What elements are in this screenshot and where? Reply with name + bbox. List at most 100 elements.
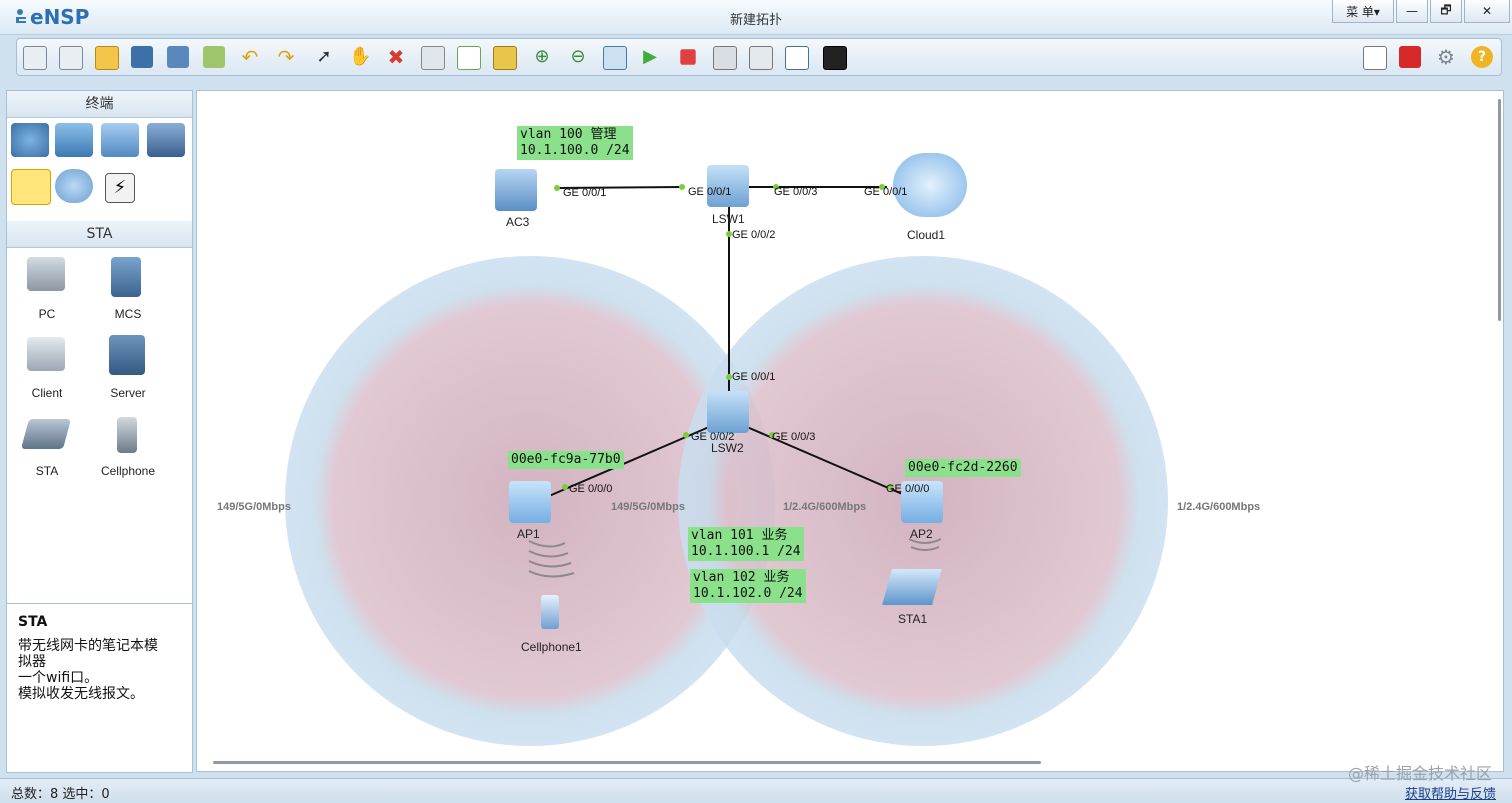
horizontal-scrollbar[interactable] bbox=[213, 761, 1041, 764]
node-label-lsw1: LSW1 bbox=[712, 212, 745, 226]
settings-icon[interactable]: ⚙ bbox=[1435, 46, 1457, 68]
start-device-icon[interactable]: ▶ bbox=[639, 46, 661, 68]
topology-icon[interactable] bbox=[749, 46, 773, 70]
help-icon[interactable]: ? bbox=[1471, 46, 1493, 68]
text-note-icon[interactable] bbox=[457, 46, 481, 70]
undo-icon[interactable]: ↶ bbox=[239, 46, 261, 68]
description-title: STA bbox=[18, 614, 48, 630]
port-label: GE 0/0/1 bbox=[688, 186, 732, 198]
command-line-icon[interactable] bbox=[823, 46, 847, 70]
new-lab-icon[interactable] bbox=[59, 46, 83, 70]
pc-icon[interactable] bbox=[27, 257, 65, 291]
description-line: 模拟收发无线报文。 bbox=[18, 686, 144, 702]
sta-icon[interactable] bbox=[20, 419, 72, 449]
vertical-scrollbar[interactable] bbox=[1498, 99, 1501, 321]
minimize-button[interactable]: — bbox=[1396, 0, 1428, 23]
topology-canvas[interactable]: AC3 LSW1 Cloud1 LSW2 AP1 AP2 Cellphone1 … bbox=[196, 90, 1504, 772]
status-count: 总数：8 选中：0 bbox=[11, 787, 110, 802]
server-icon[interactable] bbox=[109, 335, 145, 375]
port-label: GE 0/0/3 bbox=[774, 186, 818, 198]
print-icon[interactable] bbox=[203, 46, 225, 68]
cloud-device-icon[interactable] bbox=[893, 153, 967, 217]
wlan-category-icon[interactable] bbox=[101, 123, 139, 157]
help-feedback-link[interactable]: 获取帮助与反馈 bbox=[1405, 783, 1496, 802]
fit-view-icon[interactable] bbox=[603, 46, 627, 70]
open-icon[interactable] bbox=[95, 46, 119, 70]
node-label-sta1: STA1 bbox=[898, 612, 928, 626]
sta1-device-icon[interactable] bbox=[882, 569, 942, 605]
pan-hand-icon[interactable]: ✋ bbox=[349, 46, 371, 68]
redo-icon[interactable]: ↷ bbox=[275, 46, 297, 68]
close-button[interactable]: ✕ bbox=[1464, 0, 1510, 23]
zoom-in-icon[interactable]: ⊕ bbox=[531, 46, 553, 68]
mcs-icon[interactable] bbox=[111, 257, 141, 297]
topology-drawing bbox=[285, 184, 1168, 746]
node-label-ac3: AC3 bbox=[506, 215, 530, 229]
node-label-cellphone1: Cellphone1 bbox=[521, 640, 582, 654]
description-panel: STA 带无线网卡的笔记本模 拟器 一个wifi口。 模拟收发无线报文。 bbox=[6, 603, 193, 773]
port-label: GE 0/0/0 bbox=[569, 483, 613, 495]
note-ap1-mac[interactable]: 00e0-fc9a-77b0 bbox=[508, 451, 624, 469]
save-as-icon[interactable] bbox=[167, 46, 189, 68]
description-line: 带无线网卡的笔记本模 bbox=[18, 638, 158, 654]
device-label-cellphone: Cellphone bbox=[100, 464, 156, 478]
port-label: GE 0/0/1 bbox=[563, 187, 607, 199]
window-controls: 菜 单▾ — 🗗 ✕ bbox=[1330, 0, 1510, 23]
port-dot bbox=[562, 484, 568, 490]
port-label: GE 0/0/1 bbox=[732, 371, 776, 383]
port-label: GE 0/0/2 bbox=[732, 229, 776, 241]
status-bar: 总数：8 选中：0 获取帮助与反馈 bbox=[0, 778, 1512, 803]
new-topology-icon[interactable] bbox=[23, 46, 47, 70]
cellphone1-device-icon[interactable] bbox=[541, 595, 559, 629]
rate-label: 149/5G/0Mbps bbox=[611, 501, 685, 513]
node-label-lsw2: LSW2 bbox=[711, 441, 744, 455]
description-text: 带无线网卡的笔记本模 拟器 一个wifi口。 模拟收发无线报文。 bbox=[18, 638, 158, 702]
cloud-category-icon[interactable] bbox=[55, 169, 93, 203]
rate-label: 149/5G/0Mbps bbox=[217, 501, 291, 513]
category-header: 终端 bbox=[7, 91, 192, 118]
delete-icon[interactable]: ✖ bbox=[385, 46, 407, 68]
port-dot bbox=[554, 185, 560, 191]
title-bar: eNSP 新建拓扑 菜 单▾ — 🗗 ✕ bbox=[0, 0, 1512, 35]
cellphone-icon[interactable] bbox=[117, 417, 137, 453]
port-label: GE 0/0/1 bbox=[864, 186, 908, 198]
stop-device-icon[interactable] bbox=[680, 49, 696, 65]
note-vlan101[interactable]: vlan 101 业务 10.1.100.1 /24 bbox=[688, 527, 804, 561]
rectangle-icon[interactable] bbox=[493, 46, 517, 70]
router-category-icon[interactable] bbox=[11, 123, 49, 157]
note-vlan102[interactable]: vlan 102 业务 10.1.102.0 /24 bbox=[690, 569, 806, 603]
huawei-icon[interactable] bbox=[1399, 46, 1421, 68]
panel-icon[interactable] bbox=[785, 46, 809, 70]
port-dot bbox=[683, 432, 689, 438]
description-line: 一个wifi口。 bbox=[18, 670, 99, 686]
client-icon[interactable] bbox=[27, 337, 65, 371]
select-icon[interactable]: ➚ bbox=[313, 46, 335, 68]
port-label: GE 0/0/3 bbox=[772, 431, 816, 443]
window-title: 新建拓扑 bbox=[729, 13, 782, 28]
note-vlan100-mgmt[interactable]: vlan 100 管理 10.1.100.0 /24 bbox=[517, 126, 633, 160]
message-icon[interactable] bbox=[1363, 46, 1387, 70]
core-switch-device-icon[interactable] bbox=[707, 391, 749, 433]
menu-button[interactable]: 菜 单▾ bbox=[1332, 0, 1394, 23]
switch-category-icon[interactable] bbox=[55, 123, 93, 157]
port-dot bbox=[679, 184, 685, 190]
ac-device-icon[interactable] bbox=[495, 169, 537, 211]
note-ap2-mac[interactable]: 00e0-fc2d-2260 bbox=[905, 459, 1021, 477]
firewall-category-icon[interactable] bbox=[147, 123, 185, 157]
save-icon[interactable] bbox=[131, 46, 153, 68]
terminal-category-icon[interactable] bbox=[11, 169, 51, 205]
watermark-text: @稀土掘金技术社区 bbox=[1347, 764, 1492, 783]
device-label-client: Client bbox=[31, 386, 63, 400]
description-line: 拟器 bbox=[18, 654, 46, 670]
node-label-ap2: AP2 bbox=[910, 527, 933, 541]
connection-category-icon[interactable]: ⚡ bbox=[105, 173, 135, 203]
restore-button[interactable]: 🗗 bbox=[1430, 0, 1462, 23]
port-label: GE 0/0/0 bbox=[886, 483, 930, 495]
node-label-cloud1: Cloud1 bbox=[907, 228, 946, 242]
rate-label: 1/2.4G/600Mbps bbox=[1177, 501, 1261, 513]
ap1-device-icon[interactable] bbox=[509, 481, 551, 523]
rate-label: 1/2.4G/600Mbps bbox=[783, 501, 867, 513]
delete-link-icon[interactable] bbox=[421, 46, 445, 70]
capture-icon[interactable] bbox=[713, 46, 737, 70]
zoom-out-icon[interactable]: ⊖ bbox=[567, 46, 589, 68]
